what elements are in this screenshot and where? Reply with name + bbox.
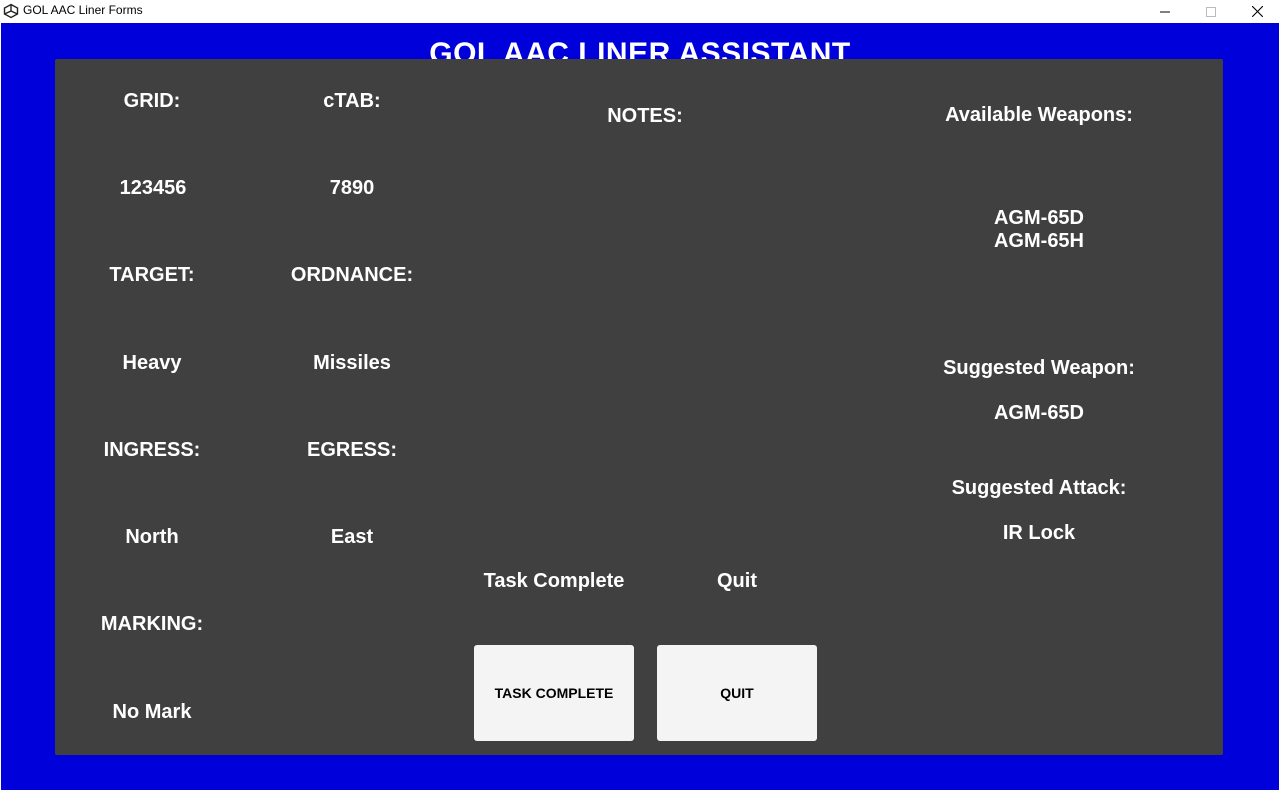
ctab-value: 7890 [329,177,375,199]
ordnance-label: ORDNANCE: [290,264,414,286]
ingress-value: North [125,526,179,548]
suggested-weapon-value: AGM-65D [993,402,1085,424]
app-canvas: GOL AAC LINER ASSISTANT GRID: 123456 TAR… [1,23,1279,790]
liner-form-panel: GRID: 123456 TARGET: Heavy INGRESS: Nort… [55,59,1223,755]
available-weapons-list: AGM-65D AGM-65H [993,207,1085,252]
available-weapons-label: Available Weapons: [945,104,1133,126]
target-label: TARGET: [109,264,195,286]
ctab-label: cTAB: [323,90,381,112]
window-title-bar[interactable]: GOL AAC Liner Forms [0,0,1280,23]
notes-label: NOTES: [607,105,683,127]
target-value: Heavy [122,352,182,374]
egress-label: EGRESS: [306,439,398,461]
close-button[interactable] [1234,0,1280,23]
suggested-attack-value: IR Lock [1002,522,1076,544]
suggested-weapon-label: Suggested Weapon: [943,357,1135,379]
window-title: GOL AAC Liner Forms [23,3,143,17]
marking-label: MARKING: [100,613,204,635]
maximize-icon [1206,6,1216,17]
egress-value: East [330,526,374,548]
suggested-attack-label: Suggested Attack: [951,477,1127,499]
close-icon [1251,6,1263,17]
task-complete-caption: Task Complete [483,570,625,592]
quit-caption: Quit [717,570,757,592]
minimize-icon [1160,11,1170,12]
task-complete-button[interactable]: TASK COMPLETE [474,645,634,741]
grid-value: 123456 [119,177,187,199]
maximize-button[interactable] [1188,0,1234,23]
ingress-label: INGRESS: [103,439,201,461]
marking-value: No Mark [112,701,192,723]
quit-button[interactable]: QUIT [657,645,817,741]
unity-logo-icon [3,3,19,19]
ordnance-value: Missiles [313,352,391,374]
minimize-button[interactable] [1142,0,1188,23]
grid-label: GRID: [123,90,181,112]
